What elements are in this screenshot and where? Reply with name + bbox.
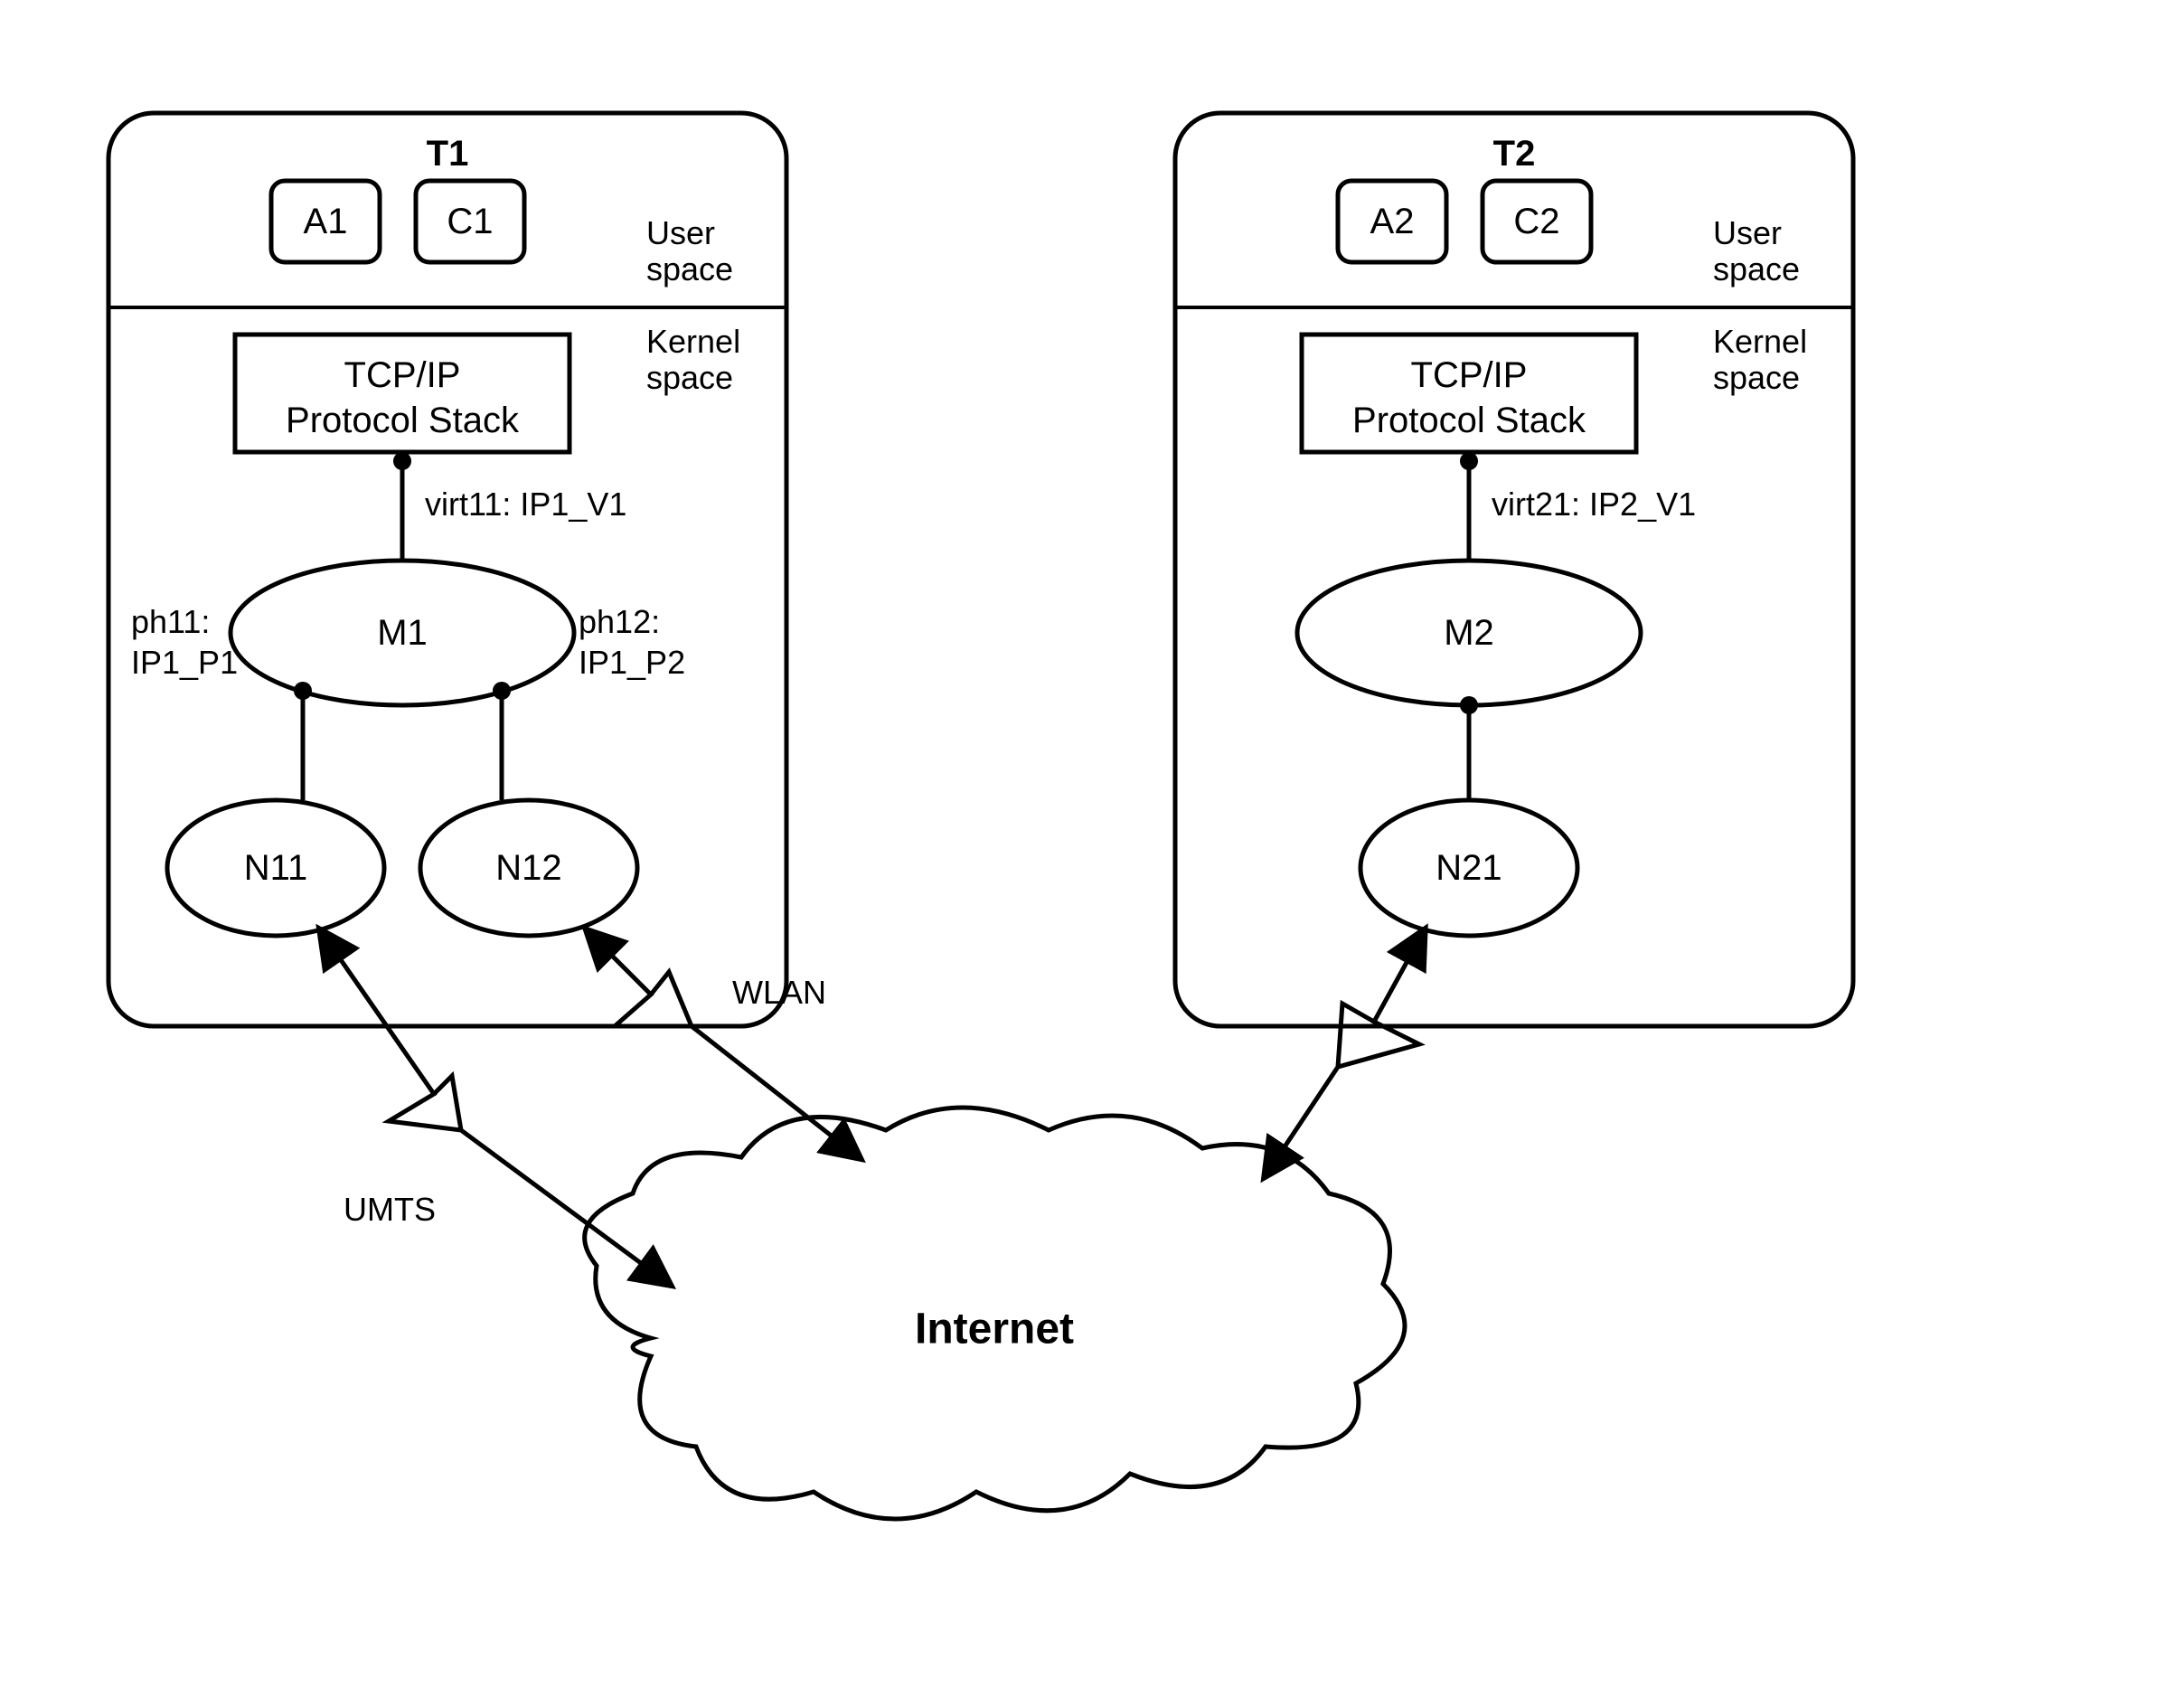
- t1-ph2-label: ph12:IP1_P2: [579, 603, 685, 681]
- wlan-label: WLAN: [732, 974, 826, 1011]
- t1-n1-label: N11: [244, 848, 307, 888]
- t1-user-space: Userspace: [646, 214, 733, 288]
- t2-stack-line1: TCP/IP: [1411, 355, 1528, 395]
- internet-cloud: Internet: [585, 1108, 1405, 1519]
- internet-label: Internet: [915, 1306, 1074, 1353]
- t2-user-space: Userspace: [1713, 214, 1800, 288]
- t2-kernel-space: Kernelspace: [1713, 323, 1807, 396]
- t1-container: T1 A1 C1 Userspace Kernelspace TCP/IP Pr…: [108, 113, 786, 1026]
- t2-c-label: C2: [1513, 202, 1559, 241]
- t2-n-label: N21: [1436, 848, 1502, 888]
- t2-title: T2: [1493, 134, 1536, 174]
- t1-kernel-space: Kernelspace: [646, 323, 740, 396]
- t1-n2-label: N12: [495, 848, 561, 888]
- t2-link: [1266, 931, 1424, 1175]
- t1-title: T1: [427, 134, 469, 174]
- t1-ph1-label: ph11:IP1_P1: [131, 603, 238, 681]
- t2-container: T2 A2 C2 Userspace Kernelspace TCP/IP Pr…: [1175, 113, 1853, 1026]
- t1-stack-line1: TCP/IP: [344, 355, 461, 395]
- umts-link: UMTS: [321, 931, 669, 1284]
- network-diagram: T1 A1 C1 Userspace Kernelspace TCP/IP Pr…: [0, 0, 2184, 1688]
- t1-c-label: C1: [447, 202, 493, 241]
- wlan-link: WLAN: [588, 931, 859, 1157]
- t1-virt-label: virt11: IP1_V1: [425, 486, 626, 523]
- umts-label: UMTS: [344, 1191, 436, 1228]
- t2-virt-label: virt21: IP2_V1: [1492, 486, 1696, 523]
- t1-m-label: M1: [377, 613, 428, 653]
- t2-m-label: M2: [1444, 613, 1494, 653]
- t2-stack-line2: Protocol Stack: [1352, 401, 1586, 440]
- t2-a-label: A2: [1370, 202, 1415, 241]
- t1-stack-line2: Protocol Stack: [286, 401, 520, 440]
- t1-a-label: A1: [304, 202, 348, 241]
